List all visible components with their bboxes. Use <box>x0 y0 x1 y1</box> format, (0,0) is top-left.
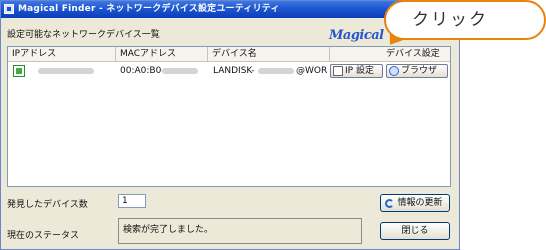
redacted-device-name <box>258 68 294 74</box>
browser-label: ブラウザ <box>401 66 438 76</box>
mac-address-cell: 00:A0:B0- <box>120 66 165 76</box>
found-count-label: 発見したデバイス数 <box>7 200 88 210</box>
column-header-device-name[interactable]: デバイス名 <box>208 47 330 61</box>
device-list[interactable]: IPアドレス MACアドレス デバイス名 デバイス設定 00:A0:B0- LA… <box>7 46 451 187</box>
column-header-device-settings[interactable]: デバイス設定 <box>330 47 450 61</box>
refresh-label: 情報の更新 <box>397 198 443 208</box>
device-list-label: 設定可能なネットワークデバイス一覧 <box>7 30 160 40</box>
column-header-mac[interactable]: MACアドレス <box>116 47 208 61</box>
status-label: 現在のステータス <box>7 231 80 241</box>
device-name-suffix: @WORKGF <box>296 66 328 76</box>
document-icon <box>333 66 343 76</box>
status-field: 検索が完了しました。 <box>118 218 362 244</box>
browser-button[interactable]: ブラウザ <box>386 64 448 78</box>
ip-settings-label: IP 設定 <box>345 66 374 76</box>
brand-logo: Magical <box>329 28 384 43</box>
refresh-button[interactable]: 情報の更新 <box>380 194 450 212</box>
close-button[interactable]: 閉じる <box>380 222 450 240</box>
globe-icon <box>389 66 399 76</box>
device-name-prefix: LANDISK- <box>213 66 255 76</box>
redacted-ip <box>38 68 94 74</box>
redacted-mac <box>162 68 198 74</box>
found-count-field: 1 <box>118 194 146 208</box>
refresh-icon <box>385 199 394 208</box>
column-header-ip[interactable]: IPアドレス <box>8 47 116 61</box>
window-title: Magical Finder - ネットワークデバイス設定ユーティリティ <box>18 4 280 14</box>
device-icon <box>13 65 25 77</box>
table-row[interactable]: 00:A0:B0- LANDISK- @WORKGF IP 設定 ブラウザ <box>8 63 450 79</box>
ip-settings-button[interactable]: IP 設定 <box>330 64 383 78</box>
device-list-header: IPアドレス MACアドレス デバイス名 デバイス設定 <box>8 47 450 62</box>
app-icon <box>4 4 14 14</box>
click-callout: クリック <box>384 0 546 40</box>
